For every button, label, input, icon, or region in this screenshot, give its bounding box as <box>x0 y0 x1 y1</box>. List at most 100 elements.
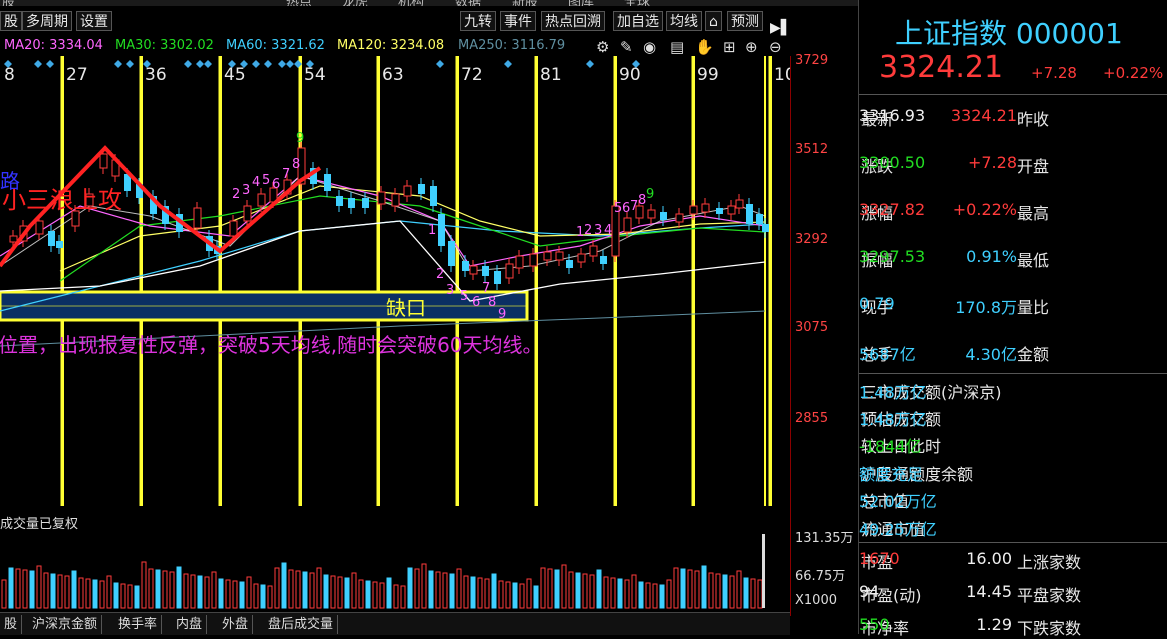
volume-bar <box>547 568 553 609</box>
signal-diamond <box>252 60 260 68</box>
candle-body <box>99 153 108 169</box>
quote-value: 额度充足 <box>859 465 924 484</box>
tab-after-hours-volume[interactable]: 盘后成交量 <box>264 615 339 634</box>
candle-body <box>462 261 469 271</box>
nine-turn-count: 7 <box>482 281 490 296</box>
pen-icon[interactable]: ✎ <box>620 38 633 56</box>
volume-bar <box>722 574 728 609</box>
volume-bar <box>512 582 518 609</box>
settings-button[interactable]: 设置 <box>76 11 112 31</box>
candle-body <box>257 193 266 207</box>
candle-body <box>746 204 753 224</box>
volume-bar <box>43 572 49 609</box>
volume-bar <box>148 568 154 609</box>
volume-bar <box>666 579 672 609</box>
cycle-line <box>613 56 617 506</box>
volume-bar <box>288 569 294 609</box>
nine-turn-count: 5 <box>460 289 468 304</box>
volume-bar <box>680 568 686 609</box>
volume-bar <box>708 572 714 609</box>
kline-chart[interactable]: 827364554637281909910 缺口 小三浪上攻 路 2345678… <box>0 56 790 506</box>
index-change-pct: +0.22% <box>1103 64 1164 82</box>
nine-turn-count: 6 <box>472 295 480 310</box>
tab-turnover[interactable]: 换手率 <box>114 615 163 634</box>
ma120-value: MA120: 3234.08 <box>337 38 445 53</box>
top-menu-item[interactable]: 机构 <box>398 0 424 6</box>
volume-bar <box>505 581 511 609</box>
volume-bar <box>358 579 364 609</box>
nine-turn-button[interactable]: 九转 <box>460 11 496 31</box>
eye-icon[interactable]: ◉ <box>643 38 656 56</box>
gap-label: 缺口 <box>386 296 426 320</box>
forecast-button[interactable]: 预测 <box>727 11 763 31</box>
add-watchlist-button[interactable]: 加自选 <box>613 11 663 31</box>
top-menu-item[interactable]: 热点 <box>286 0 312 6</box>
blue-annotation: 路 <box>0 169 20 193</box>
candle-body <box>589 245 598 257</box>
volume-bar <box>169 571 175 609</box>
events-button[interactable]: 事件 <box>500 11 536 31</box>
cycle-line <box>455 56 459 506</box>
volume-bar <box>351 572 357 609</box>
crosshair-icon[interactable]: ⊞ <box>723 38 736 56</box>
hot-replay-button[interactable]: 热点回溯 <box>541 11 605 31</box>
volume-bar <box>85 578 91 609</box>
hand-icon[interactable]: ✋ <box>695 38 714 56</box>
volume-chart[interactable] <box>0 528 790 612</box>
window-icon[interactable]: ⌂ <box>705 11 722 31</box>
trash-icon[interactable]: ▤ <box>670 38 684 56</box>
volume-bar <box>274 567 280 609</box>
quote-value: 3327.82 <box>859 200 926 219</box>
cycle-line <box>376 56 380 506</box>
volume-bar <box>92 579 98 609</box>
volume-bar <box>743 577 749 609</box>
nine-turn-count: 4 <box>252 175 260 190</box>
volume-bar <box>246 576 252 609</box>
candle-body <box>735 199 744 209</box>
tab-outer[interactable]: 外盘 <box>218 615 254 634</box>
top-menu-item[interactable]: 新股 <box>512 0 538 6</box>
multi-period-button[interactable]: 多周期 <box>22 11 72 31</box>
quote-row: 振幅 0.91% 最低 3297.53 <box>859 247 1167 271</box>
volume-bar <box>267 585 273 609</box>
volume-bar <box>554 569 560 609</box>
nine-turn-count: 2 <box>584 223 592 238</box>
tab-inner[interactable]: 内盘 <box>172 615 208 634</box>
quote-value: 3300.50 <box>859 153 926 172</box>
volume-bar <box>456 568 462 609</box>
cycle-line <box>534 56 538 506</box>
top-menu-item[interactable]: 全球 <box>624 0 650 6</box>
volume-bar <box>120 583 126 609</box>
quote-label: 下跌家数 <box>1017 619 1082 638</box>
quote-value: 550 <box>859 615 890 634</box>
top-menu-item[interactable]: 图库 <box>568 0 594 6</box>
quote-label: 量比 <box>1017 298 1050 317</box>
gear-icon[interactable]: ⚙ <box>596 38 609 56</box>
candle-body <box>9 235 18 243</box>
y-tick: 3512 <box>795 142 829 157</box>
signal-diamond <box>196 60 204 68</box>
tab-amount[interactable]: 沪深京金额 <box>28 615 103 634</box>
volume-bar <box>1 579 7 609</box>
candle-body <box>362 198 369 208</box>
volume-bar <box>715 573 721 609</box>
tab-cutoff[interactable]: 股 <box>0 615 23 634</box>
nine-turn-count: 2 <box>232 187 240 202</box>
quote-row: 市净率 1.29 下跌家数 550 <box>859 615 1167 639</box>
top-menu-item[interactable]: 数据 <box>455 0 481 6</box>
candle-body <box>727 205 736 215</box>
cut-off-button[interactable]: 股 <box>0 11 22 31</box>
volume-bar <box>568 571 574 609</box>
quote-label: 昨收 <box>1017 110 1050 129</box>
top-menu-item[interactable]: 龙虎 <box>342 0 368 6</box>
quote-value: -1844亿 <box>859 437 922 456</box>
zoom-in-icon[interactable]: ⊕ <box>745 38 758 56</box>
volume-bar <box>176 566 182 609</box>
nine-turn-count: 9 <box>498 307 506 322</box>
top-menu-item[interactable]: 股 <box>2 0 15 6</box>
volume-bar <box>498 580 504 609</box>
zoom-out-icon[interactable]: ⊖ <box>769 38 782 56</box>
quote-value: 5687亿 <box>859 345 916 364</box>
moving-average-button[interactable]: 均线 <box>666 11 702 31</box>
quote-label: 金额 <box>1017 345 1050 364</box>
